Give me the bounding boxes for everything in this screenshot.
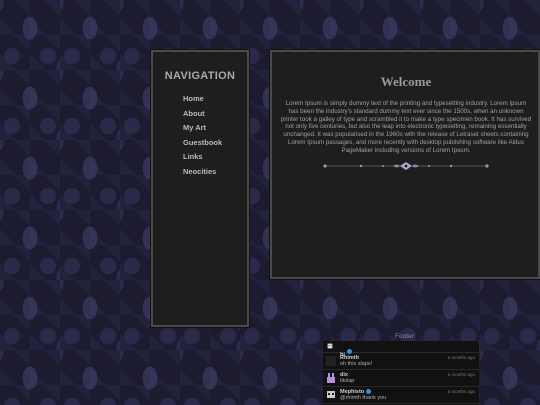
chat-timestamp: a months ago xyxy=(447,372,475,377)
nav-link-links[interactable]: Links xyxy=(183,152,247,161)
skull-avatar-icon xyxy=(327,391,335,398)
chat-text: @rhimth thank you xyxy=(340,395,387,401)
nav-link-about[interactable]: About xyxy=(183,109,247,118)
main-content-panel: Welcome Lorem Ipsum is simply dummy text… xyxy=(270,50,540,279)
bunny-avatar-icon xyxy=(327,373,335,383)
nav-link-home[interactable]: Home xyxy=(183,94,247,103)
verified-badge-icon xyxy=(366,389,372,395)
footer-label: Footer xyxy=(395,333,414,340)
chat-timestamp: a months ago xyxy=(447,389,475,394)
chat-text: titslap xyxy=(340,378,355,384)
welcome-text: Lorem Ipsum is simply dummy text of the … xyxy=(280,100,532,154)
blank-avatar-icon xyxy=(326,356,336,366)
navigation-list: Home About My Art Guestbook Links Neocit… xyxy=(153,94,247,176)
nav-link-guestbook[interactable]: Guestbook xyxy=(183,138,247,147)
ornament-divider xyxy=(323,161,489,170)
nav-link-neocities[interactable]: Neocities xyxy=(183,167,247,176)
chat-text: oh this slaps! xyxy=(340,361,373,367)
nav-link-my-art[interactable]: My Art xyxy=(183,123,247,132)
navigation-panel: NAVIGATION Home About My Art Guestbook L… xyxy=(151,50,249,327)
navigation-title: NAVIGATION xyxy=(164,70,236,82)
page-title: Welcome xyxy=(380,74,432,89)
chat-message: hi xyxy=(323,341,479,358)
chat-message: dix a months ago titslap xyxy=(323,370,479,387)
chat-message: Mephisto a months ago @rhimth thank you xyxy=(323,387,479,404)
chat-timestamp: a months ago xyxy=(447,355,475,360)
pixel-avatar-icon xyxy=(327,343,333,349)
chat-box[interactable]: hi Rhimth a months ago oh this slaps! di… xyxy=(323,341,479,405)
chat-message: Rhimth a months ago oh this slaps! xyxy=(323,353,479,370)
